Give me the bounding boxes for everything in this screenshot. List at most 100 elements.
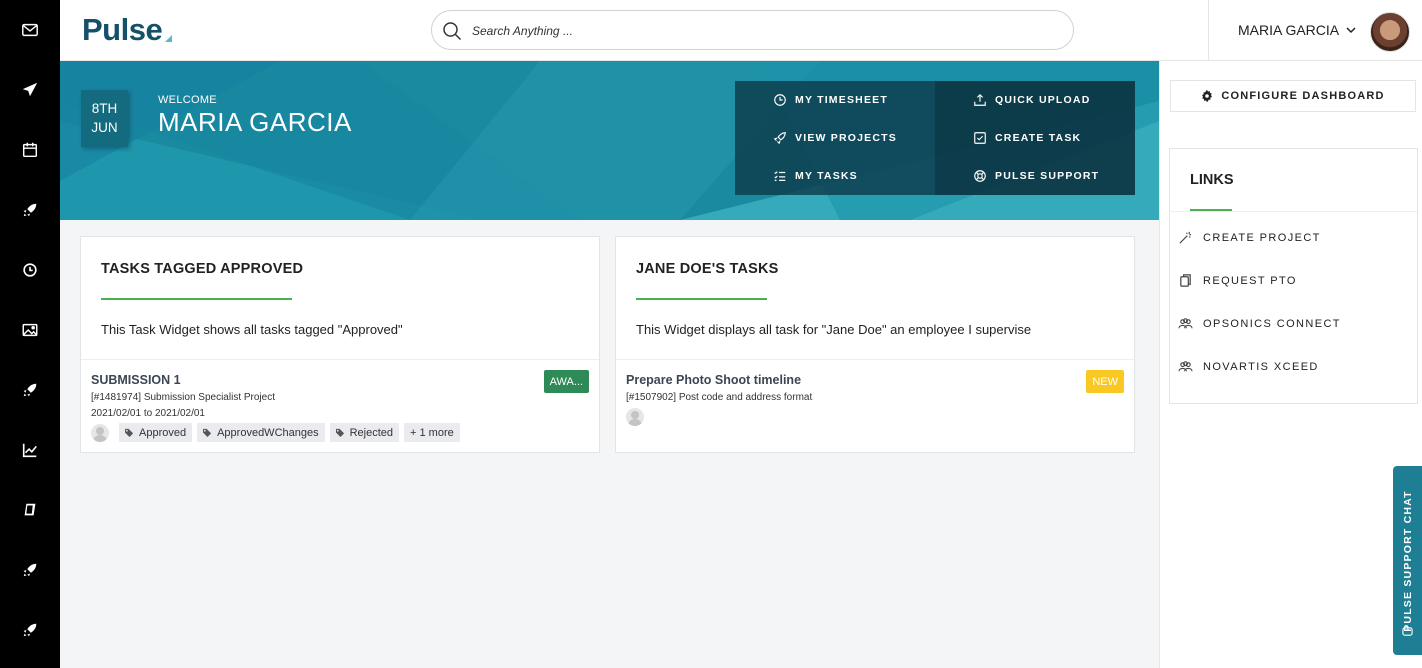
title-underline [636,298,767,300]
rocket-icon[interactable] [18,198,42,222]
my-timesheet-button[interactable]: MY TIMESHEET [735,81,935,119]
quick-link-label: QUICK UPLOAD [995,94,1091,106]
widget-jane-does-tasks: JANE DOE'S TASKS This Widget displays al… [615,236,1135,453]
search-box[interactable] [431,10,1074,50]
title-underline [101,298,292,300]
divider [81,359,599,360]
widget-description: This Widget displays all task for "Jane … [636,322,1032,337]
rocket-icon[interactable] [18,378,42,402]
status-badge[interactable]: NEW [1086,370,1124,393]
date-badge: 8TH JUN [81,90,128,147]
tag-label: Rejected [349,426,394,439]
links-widget: LINKS CREATE PROJECT REQUEST PTO OPSONIC… [1169,148,1418,404]
link-label: NOVARTIS XCEED [1203,360,1319,373]
widget-tasks-tagged-approved: TASKS TAGGED APPROVED This Task Widget s… [80,236,600,453]
link-label: REQUEST PTO [1203,274,1297,287]
date-day: 8TH [91,101,118,116]
logo-mark [165,35,172,42]
assignee-avatar[interactable] [91,424,109,442]
tag-rejected[interactable]: Rejected [329,423,400,442]
copy-icon [1180,274,1191,287]
link-novartis-xceed[interactable]: NOVARTIS XCEED [1178,359,1319,374]
topbar-divider [1208,0,1209,61]
task-ref: [#1481974] Submission Specialist Project [91,392,275,403]
chevron-down-icon [1346,27,1356,34]
link-opsonics-connect[interactable]: OPSONICS CONNECT [1178,316,1341,331]
top-bar: Pulse MARIA GARCIA [60,0,1422,61]
send-icon[interactable] [18,78,42,102]
gear-icon [1202,90,1213,102]
welcome-banner: 8TH JUN WELCOME MARIA GARCIA MY TIMESHEE… [60,61,1159,220]
divider [1170,211,1417,212]
link-request-pto[interactable]: REQUEST PTO [1178,273,1297,288]
tag-icon [335,428,344,437]
chart-icon[interactable] [18,438,42,462]
users-icon [1178,318,1193,329]
rocket-icon[interactable] [18,618,42,642]
status-badge[interactable]: AWA... [543,370,589,393]
task-dates: 2021/02/01 to 2021/02/01 [91,408,205,419]
right-panel: CONFIGURE DASHBOARD LINKS CREATE PROJECT… [1159,61,1422,668]
chat-icon [1402,627,1413,636]
quick-link-label: MY TASKS [795,170,858,182]
pulse-support-chat-tab[interactable]: PULSE SUPPORT CHAT [1393,466,1422,655]
tag-label: Approved [139,426,187,439]
quick-link-label: PULSE SUPPORT [995,170,1100,182]
checkbox-icon [974,132,986,144]
link-label: CREATE PROJECT [1203,231,1321,244]
logo[interactable]: Pulse [82,12,163,48]
quick-upload-button[interactable]: QUICK UPLOAD [935,81,1135,119]
link-label: OPSONICS CONNECT [1203,317,1341,330]
image-icon[interactable] [18,318,42,342]
clock-icon [774,94,786,106]
widget-description: This Task Widget shows all tasks tagged … [101,322,403,337]
tag-icon [203,428,212,437]
configure-dashboard-button[interactable]: CONFIGURE DASHBOARD [1170,80,1416,112]
quick-link-label: VIEW PROJECTS [795,132,897,144]
more-tags-button[interactable]: + 1 more [404,423,460,442]
link-create-project[interactable]: CREATE PROJECT [1178,230,1321,245]
tag-label: ApprovedWChanges [217,426,319,439]
tag-icon [125,428,134,437]
search-icon [443,22,462,41]
my-tasks-button[interactable]: MY TASKS [735,157,935,195]
chat-tab-label: PULSE SUPPORT CHAT [1401,489,1414,632]
create-task-button[interactable]: CREATE TASK [935,119,1135,157]
date-month: JUN [91,120,118,135]
task-ref: [#1507902] Post code and address format [626,392,813,403]
avatar[interactable] [1370,12,1410,52]
quick-links-grid: MY TIMESHEET QUICK UPLOAD VIEW PROJECTS … [735,81,1135,195]
magic-wand-icon [1179,231,1192,244]
divider [616,359,1134,360]
configure-dashboard-label: CONFIGURE DASHBOARD [1221,90,1385,102]
left-nav-rail [0,0,60,668]
search-input[interactable] [472,20,1052,42]
task-title[interactable]: SUBMISSION 1 [91,373,181,387]
links-title: LINKS [1190,172,1234,188]
users-icon [1178,361,1193,372]
rocket-icon [773,132,786,145]
user-menu[interactable]: MARIA GARCIA [1238,22,1357,38]
widget-title: JANE DOE'S TASKS [636,261,779,277]
welcome-label: WELCOME [158,94,217,106]
widget-title: TASKS TAGGED APPROVED [101,261,304,277]
lifebuoy-icon [974,170,986,182]
tag-approvedwchanges[interactable]: ApprovedWChanges [197,423,325,442]
clock-icon[interactable] [18,258,42,282]
pulse-support-button[interactable]: PULSE SUPPORT [935,157,1135,195]
tag-list: Approved ApprovedWChanges Rejected + 1 m… [119,423,460,442]
title-underline [1190,209,1232,211]
list-icon [774,171,786,181]
task-title[interactable]: Prepare Photo Shoot timeline [626,373,801,387]
welcome-user-name: MARIA GARCIA [158,107,352,137]
view-projects-button[interactable]: VIEW PROJECTS [735,119,935,157]
calendar-icon[interactable] [18,138,42,162]
mail-icon[interactable] [18,18,42,42]
assignee-avatar[interactable] [626,408,644,426]
book-icon[interactable] [18,498,42,522]
quick-link-label: CREATE TASK [995,132,1082,144]
tag-approved[interactable]: Approved [119,423,193,442]
upload-icon [974,93,986,106]
rocket-icon[interactable] [18,558,42,582]
user-name: MARIA GARCIA [1238,22,1340,38]
